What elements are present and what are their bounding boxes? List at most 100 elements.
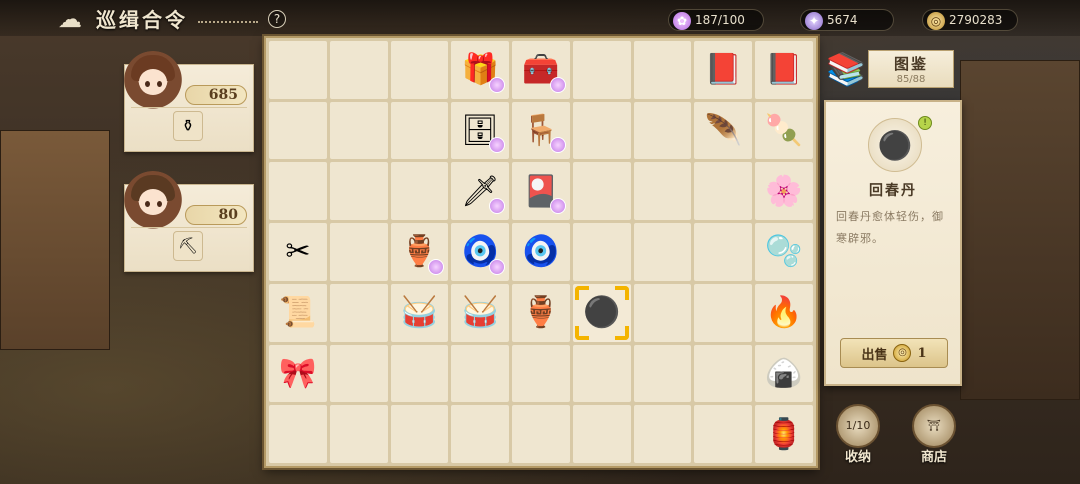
sell-button[interactable]: 出售 ◎ 1 <box>840 338 948 368</box>
board-cell-empty[interactable] <box>633 162 692 221</box>
board-item[interactable]: 🌸 <box>755 162 813 221</box>
board-cell-empty[interactable] <box>390 162 449 221</box>
help-button[interactable]: ? <box>268 9 286 28</box>
board-item[interactable]: 🥁 <box>451 283 510 342</box>
title-area: ☁ 巡缉合令 ? <box>54 4 286 33</box>
board-cell-empty[interactable] <box>512 405 570 463</box>
board-item[interactable]: 🎴 <box>512 162 570 221</box>
board-cell-empty[interactable] <box>572 223 631 281</box>
board-cell-empty[interactable] <box>269 162 327 221</box>
board-item[interactable]: 📜 <box>269 283 327 342</box>
card-divider <box>131 107 247 108</box>
title-divider <box>198 20 258 23</box>
board-cell-empty[interactable] <box>694 344 753 403</box>
requested-item-icon[interactable]: ⛏ <box>173 231 203 261</box>
collect-button[interactable]: 1/10 收纳 <box>834 404 882 465</box>
board-item[interactable]: 📕 <box>694 41 753 99</box>
shop-button[interactable]: ⛩ 商店 <box>910 404 958 465</box>
board-cell-empty[interactable] <box>390 344 449 403</box>
board-cell-empty[interactable] <box>633 101 692 160</box>
board-cell-empty[interactable] <box>694 405 753 463</box>
board-item[interactable]: 🧿 <box>451 223 510 281</box>
board-item[interactable]: 📕 <box>755 41 813 99</box>
board-cell-empty[interactable] <box>390 101 449 160</box>
board-cell-empty[interactable] <box>390 41 449 99</box>
character-count: 80 <box>185 205 247 225</box>
board-cell-empty[interactable] <box>633 223 692 281</box>
item-icon: 🏺 <box>522 295 560 331</box>
crystal-icon: ✦ <box>805 12 823 30</box>
board-item[interactable]: 🫧 <box>755 223 813 281</box>
catalog-button[interactable]: 图鉴 85/88 <box>868 50 954 88</box>
selection-corner <box>574 285 589 300</box>
board-cell-empty[interactable] <box>572 162 631 221</box>
board-item[interactable]: 🎁 <box>451 41 510 99</box>
board-cell-empty[interactable] <box>633 405 692 463</box>
currency-energy[interactable]: ✿ 187/100 <box>668 9 764 31</box>
board-item[interactable]: 🧿 <box>512 223 570 281</box>
catalog-label: 图鉴 <box>893 55 928 73</box>
currency-energy-value: 187/100 <box>695 13 745 27</box>
card-divider <box>131 227 247 228</box>
board-cell-empty[interactable] <box>329 405 388 463</box>
selected-item-image: ⚫ <box>868 118 922 172</box>
board-cell-empty[interactable] <box>451 344 510 403</box>
board-item[interactable]: 🏮 <box>755 405 813 463</box>
board-cell-empty[interactable] <box>694 283 753 342</box>
gem-badge-icon <box>549 198 566 215</box>
board-cell-empty[interactable] <box>633 41 692 99</box>
board-cell-empty[interactable] <box>633 344 692 403</box>
board-cell-empty[interactable] <box>329 283 388 342</box>
board-item[interactable]: 🔥 <box>755 283 813 342</box>
board-item[interactable]: 🪑 <box>512 101 570 160</box>
item-icon: 🏮 <box>765 416 803 452</box>
board-cell-empty[interactable] <box>572 41 631 99</box>
currency-crystal[interactable]: ✦ 5674 <box>800 9 894 31</box>
gem-badge-icon <box>489 198 506 215</box>
board-item[interactable]: 🗄 <box>451 101 510 160</box>
cloud-icon: ☁ <box>58 4 82 33</box>
character-card-2[interactable]: 80 ⛏ <box>121 171 254 272</box>
coin-icon: ◎ <box>893 344 912 362</box>
character-portrait <box>121 51 185 115</box>
board-item[interactable]: 🧰 <box>512 41 570 99</box>
shop-icon: ⛩ <box>912 404 956 448</box>
board-cell-empty[interactable] <box>694 162 753 221</box>
board-cell-empty[interactable] <box>572 101 631 160</box>
board-cell-empty[interactable] <box>390 405 449 463</box>
board-item[interactable]: 🪶 <box>694 101 753 160</box>
board-item[interactable]: 🏺 <box>390 223 449 281</box>
currency-coins[interactable]: ◎ 2790283 <box>922 9 1018 31</box>
board-cell-empty[interactable] <box>329 344 388 403</box>
board-cell-empty[interactable] <box>512 344 570 403</box>
item-icon: 📜 <box>279 295 317 331</box>
board-item[interactable]: ⚫ <box>572 283 631 342</box>
gem-badge-icon <box>428 258 445 275</box>
board-item[interactable]: 🎀 <box>269 344 327 403</box>
board-cell-empty[interactable] <box>329 101 388 160</box>
board-cell-empty[interactable] <box>329 162 388 221</box>
board-cell-empty[interactable] <box>694 223 753 281</box>
board-item[interactable]: 🥁 <box>390 283 449 342</box>
board-cell-empty[interactable] <box>329 41 388 99</box>
board-cell-empty[interactable] <box>269 405 327 463</box>
character-card-1[interactable]: 685 ⚱ <box>121 51 254 152</box>
item-icon: 📕 <box>765 52 803 88</box>
board-item[interactable]: ✂ <box>269 223 327 281</box>
board-cell-empty[interactable] <box>269 101 327 160</box>
board-cell-empty[interactable] <box>329 223 388 281</box>
board-cell-empty[interactable] <box>269 41 327 99</box>
board-item[interactable]: 🗡 <box>451 162 510 221</box>
sell-price: 1 <box>917 345 927 361</box>
board-cell-empty[interactable] <box>451 405 510 463</box>
requested-item-icon[interactable]: ⚱ <box>173 111 203 141</box>
board-item[interactable]: 🏺 <box>512 283 570 342</box>
collect-label: 收纳 <box>844 450 871 465</box>
board-cell-empty[interactable] <box>572 344 631 403</box>
board-cell-empty[interactable] <box>633 283 692 342</box>
info-hint-icon[interactable]: ! <box>918 116 932 130</box>
currency-coins-value: 2790283 <box>949 13 1003 27</box>
board-item[interactable]: 🍙 <box>755 344 813 403</box>
board-item[interactable]: 🍡 <box>755 101 813 160</box>
board-cell-empty[interactable] <box>572 405 631 463</box>
